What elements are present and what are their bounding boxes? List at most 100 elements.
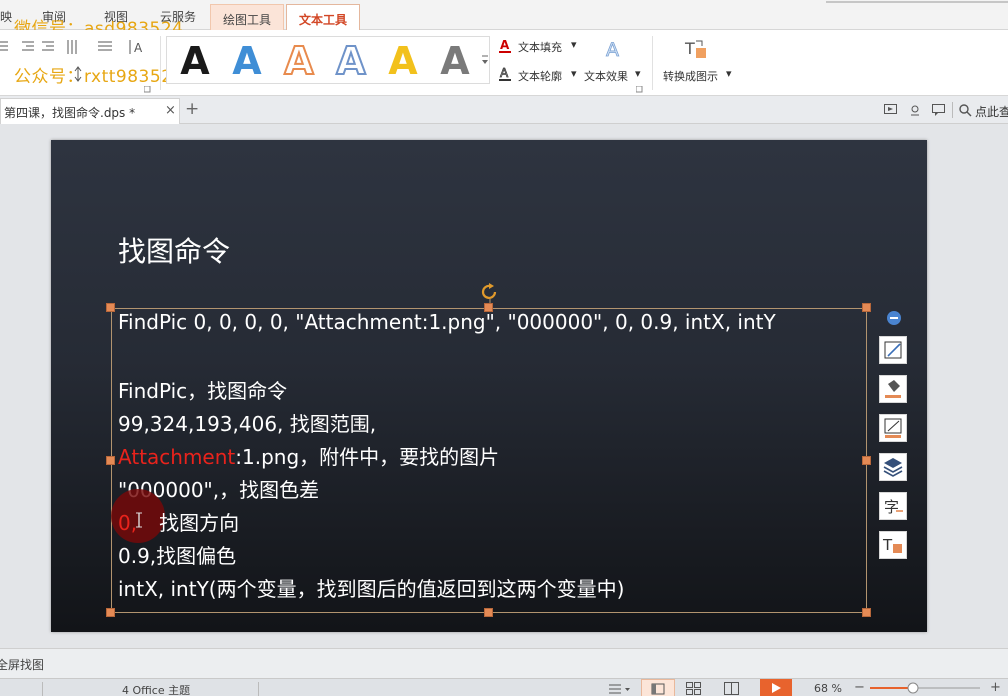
text-outline-button[interactable]: 文本轮廓 xyxy=(518,68,562,84)
reading-view-icon[interactable] xyxy=(724,682,740,696)
tab-drawing-tools[interactable]: 绘图工具 xyxy=(210,4,285,30)
resize-handle-sw[interactable] xyxy=(106,608,115,617)
layer-button[interactable] xyxy=(879,453,907,481)
character-format-icon: 字 xyxy=(884,498,903,516)
comment-toggle-icon[interactable] xyxy=(608,682,634,696)
fill-button[interactable] xyxy=(879,375,907,403)
document-tab[interactable]: 第四课，找图命令.dps * × xyxy=(0,98,180,124)
svg-text:A: A xyxy=(500,66,509,80)
edit-shape-button[interactable] xyxy=(879,336,907,364)
wordart-style-orange-outline[interactable]: A xyxy=(275,38,323,84)
resize-handle-ne[interactable] xyxy=(862,303,871,312)
zoom-out-icon[interactable]: − xyxy=(854,680,865,695)
normal-view-button[interactable] xyxy=(641,679,675,696)
collapse-toolbar-icon[interactable] xyxy=(886,310,902,326)
ribbon: A 公众号：rxtt983524 A A A A A A A 文本填充 ▾ A … xyxy=(0,30,1008,96)
ribbon-separator xyxy=(160,36,161,90)
convert-to-diagram-icon: T xyxy=(684,39,706,58)
dialog-launcher-icon[interactable] xyxy=(144,86,152,94)
play-slideshow-button[interactable] xyxy=(760,679,792,696)
document-tab-title: 第四课，找图命令.dps * xyxy=(4,106,136,120)
search-field[interactable]: 点此查 xyxy=(975,103,1008,120)
svg-text:字: 字 xyxy=(884,498,899,516)
wordart-style-gallery[interactable]: A A A A A A xyxy=(166,36,490,84)
svg-text:A: A xyxy=(500,38,510,52)
svg-text:A: A xyxy=(606,39,619,60)
code-line[interactable]: FindPic 0, 0, 0, 0, "Attachment:1.png", … xyxy=(118,310,776,334)
outline-pen-icon xyxy=(884,418,902,438)
outline-button[interactable] xyxy=(879,414,907,442)
wordart-style-yellow[interactable]: A xyxy=(379,38,427,84)
convert-to-diagram-dropdown-icon[interactable]: ▾ xyxy=(726,67,732,80)
wordart-style-blue[interactable]: A xyxy=(223,38,271,84)
convert-diagram-button[interactable]: T xyxy=(879,531,907,559)
layers-icon xyxy=(883,458,903,477)
normal-view-icon xyxy=(651,683,665,695)
theme-label: 4 Office 主题 xyxy=(122,684,191,696)
convert-diagram-icon: T xyxy=(882,536,902,554)
comment-icon[interactable] xyxy=(932,104,946,116)
play-icon xyxy=(772,683,781,693)
status-separator xyxy=(258,682,259,696)
zoom-slider-thumb[interactable] xyxy=(907,682,919,694)
text-line[interactable]: FindPic，找图命令 xyxy=(118,375,287,404)
text-fill-icon: A xyxy=(499,38,511,53)
text-line-rest: :1.png，附件中，要找的图片 xyxy=(235,445,500,469)
text-effect-icon: A xyxy=(606,39,620,60)
text-fill-dropdown-icon[interactable]: ▾ xyxy=(571,38,577,51)
paragraph-tools-row1[interactable]: A xyxy=(0,38,160,58)
convert-to-diagram-button[interactable]: 转换成图示 xyxy=(663,68,718,84)
new-tab-icon[interactable]: + xyxy=(185,99,199,119)
wordart-style-black[interactable]: A xyxy=(171,38,219,84)
svg-text:T: T xyxy=(882,536,893,554)
text-line-rest: 找图方向 xyxy=(159,511,240,535)
slide-sorter-icon[interactable] xyxy=(686,682,702,696)
resize-handle-e[interactable] xyxy=(862,456,871,465)
notes-label[interactable]: 全屏找图 xyxy=(0,656,44,673)
resize-handle-w[interactable] xyxy=(106,456,115,465)
slide-title[interactable]: 找图命令 xyxy=(118,230,230,270)
gallery-more-icon[interactable] xyxy=(480,52,490,68)
quick-separator xyxy=(952,102,953,118)
text-cursor-icon xyxy=(136,512,142,528)
document-tab-bar: 第四课，找图命令.dps * × + 点此查 xyxy=(0,96,1008,124)
resize-handle-se[interactable] xyxy=(862,608,871,617)
search-icon[interactable] xyxy=(959,104,972,117)
svg-text:T: T xyxy=(684,39,695,58)
text-line-attachment[interactable]: Attachment:1.png，附件中，要找的图片 xyxy=(118,441,499,470)
watermark-official-account: 公众号：rxtt983524 xyxy=(14,67,184,87)
text-line[interactable]: 0.9,找图偏色 xyxy=(118,540,236,569)
text-fill-button[interactable]: 文本填充 xyxy=(518,39,562,55)
ribbon-separator xyxy=(652,36,653,90)
zoom-slider[interactable] xyxy=(870,681,980,695)
close-tab-icon[interactable]: × xyxy=(165,103,176,118)
svg-text:A: A xyxy=(134,41,143,55)
text-outline-icon: A xyxy=(499,66,511,81)
zoom-in-icon[interactable]: + xyxy=(990,680,1001,695)
text-line[interactable]: 99,324,193,406, 找图范围, xyxy=(118,408,376,437)
text-effect-dropdown-icon[interactable]: ▾ xyxy=(635,67,641,80)
tab-slide-show[interactable]: 映 xyxy=(0,8,12,25)
zoom-level[interactable]: 68 % xyxy=(814,682,842,695)
tab-text-tools[interactable]: 文本工具 xyxy=(286,4,361,30)
status-bar: 4 Office 主题 68 % − + xyxy=(0,678,1008,696)
resize-handle-nw[interactable] xyxy=(106,303,115,312)
text-effect-button[interactable]: 文本效果 xyxy=(584,68,628,84)
wordart-style-blue-outline[interactable]: A xyxy=(327,38,375,84)
wordart-style-gray[interactable]: A xyxy=(431,38,479,84)
edit-shape-icon xyxy=(884,341,902,359)
rotate-handle-icon[interactable] xyxy=(480,283,500,305)
highlighted-word: Attachment xyxy=(118,445,236,469)
text-format-button[interactable]: 字 xyxy=(879,492,907,520)
slide-canvas[interactable]: 找图命令 FindPic 0, 0, 0, 0, "Attachment:1.p… xyxy=(51,140,927,632)
resize-handle-s[interactable] xyxy=(484,608,493,617)
share-icon[interactable] xyxy=(908,104,922,116)
presentation-icon[interactable] xyxy=(884,104,898,116)
paint-bucket-icon xyxy=(885,380,901,398)
window-control-strip xyxy=(826,1,1008,3)
text-line[interactable]: intX, intY(两个变量，找到图后的值返回到这两个变量中) xyxy=(118,573,624,602)
notes-bar: 全屏找图 xyxy=(0,648,1008,678)
status-separator xyxy=(42,682,43,696)
text-outline-dropdown-icon[interactable]: ▾ xyxy=(571,67,577,80)
dialog-launcher-icon[interactable] xyxy=(636,86,644,94)
